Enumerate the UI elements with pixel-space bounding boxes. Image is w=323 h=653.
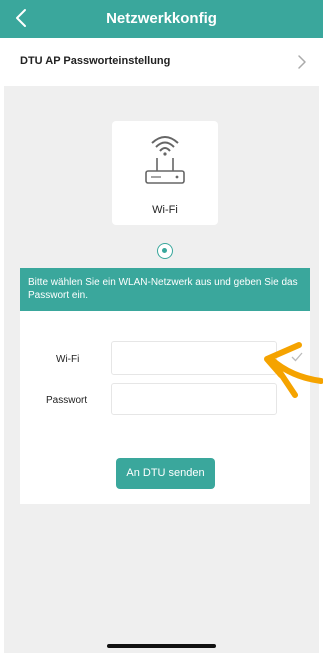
annotation-arrow-icon [264,342,323,398]
password-input[interactable] [111,383,277,415]
settings-row-label: DTU AP Passworteinstellung [20,55,171,67]
instruction-banner: Bitte wählen Sie ein WLAN-Netzwerk aus u… [20,268,310,311]
wifi-router-icon [145,136,185,184]
page-title: Netzwerkkonfig [106,10,217,27]
home-indicator [107,644,216,648]
wifi-field-label: Wi-Fi [56,354,80,365]
top-bar: Netzwerkkonfig [0,0,323,38]
chevron-right-icon [298,55,306,69]
wifi-radio-button[interactable] [157,243,173,259]
send-to-dtu-button[interactable]: An DTU senden [116,458,215,489]
wifi-option-card[interactable]: Wi-Fi [112,121,218,225]
dtu-ap-password-setting-row[interactable]: DTU AP Passworteinstellung [0,38,323,86]
radio-selected-dot [162,248,167,253]
wifi-option-label: Wi-Fi [152,204,178,216]
wifi-ssid-input[interactable] [111,341,277,375]
password-field-label: Passwort [46,395,88,406]
